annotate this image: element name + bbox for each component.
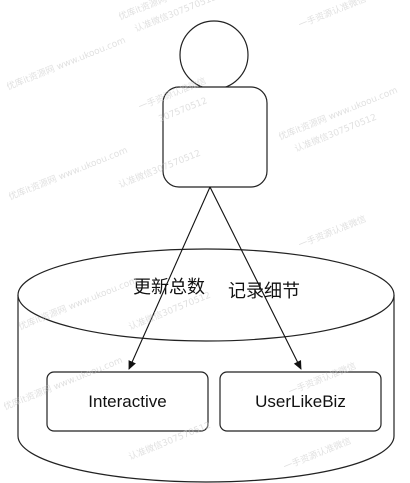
watermark-line: 优库it资源网 www.ukoou.com bbox=[7, 144, 130, 203]
actor-head bbox=[179, 20, 249, 90]
edge-label-record-detail: 记录细节 bbox=[228, 281, 300, 302]
node-userlikebiz-label: UserLikeBiz bbox=[255, 392, 346, 411]
node-userlikebiz: UserLikeBiz bbox=[219, 371, 382, 432]
watermark-line: 一手资源认准微信 bbox=[297, 213, 368, 251]
node-interactive-label: Interactive bbox=[88, 392, 166, 411]
watermark-line: 优库it资源网 www.ukoou.com bbox=[5, 34, 128, 93]
diagram-canvas: 更新总数 记录细节 Interactive UserLikeBiz 优库it资源… bbox=[2, 0, 399, 483]
actor-body bbox=[162, 86, 268, 188]
edge-label-update-total: 更新总数 bbox=[133, 277, 205, 298]
watermark-line: 一手资源认准微信 bbox=[297, 0, 368, 31]
